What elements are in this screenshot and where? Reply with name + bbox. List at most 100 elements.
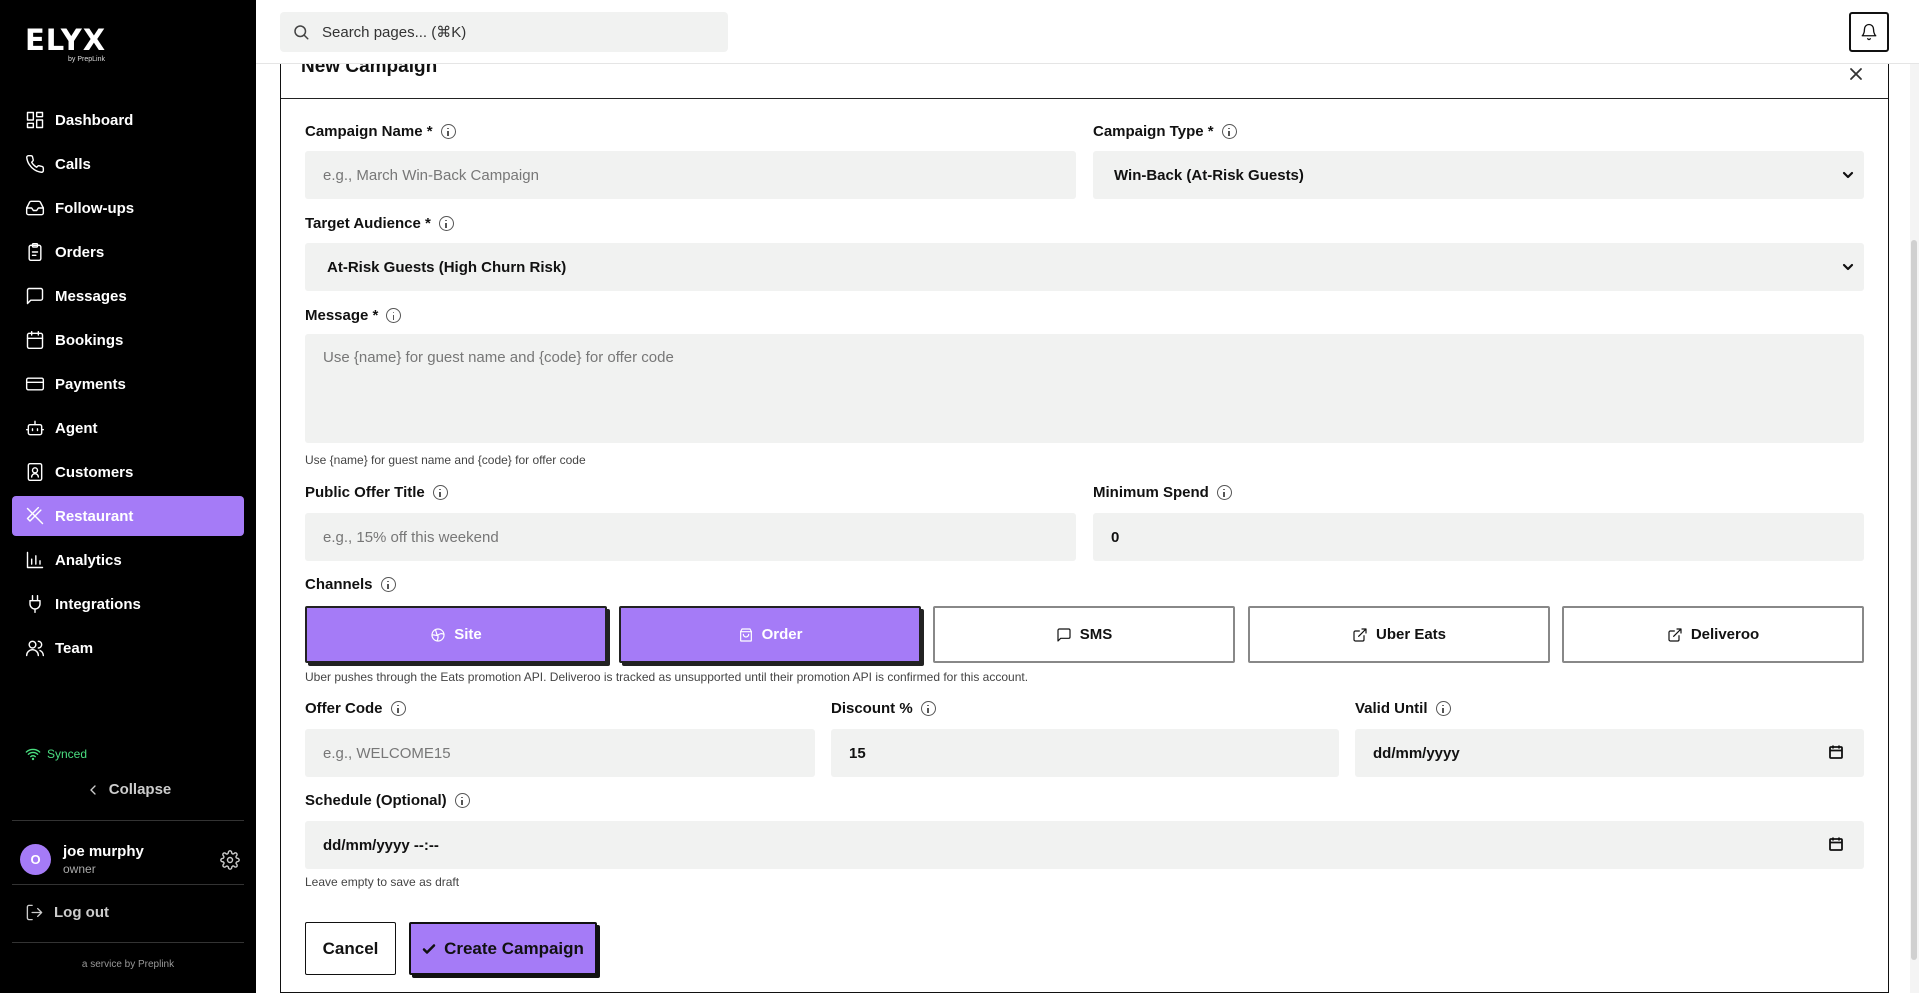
minimum-spend-label-text: Minimum Spend bbox=[1093, 484, 1209, 501]
valid-until-value: dd/mm/yyyy bbox=[1373, 744, 1460, 762]
logout-button[interactable]: Log out bbox=[25, 903, 109, 922]
search-placeholder: Search pages... (⌘K) bbox=[322, 24, 467, 41]
sidebar-item-team[interactable]: Team bbox=[12, 628, 244, 668]
calendar-icon[interactable] bbox=[1828, 836, 1844, 852]
info-icon[interactable] bbox=[440, 124, 456, 139]
channel-label: SMS bbox=[1079, 626, 1113, 643]
info-icon[interactable] bbox=[454, 793, 470, 808]
sidebar-nav: Dashboard Calls Follow-ups Orders Messag… bbox=[12, 100, 244, 672]
sync-status: Synced bbox=[25, 746, 87, 762]
channel-sms-toggle[interactable]: SMS bbox=[933, 606, 1235, 663]
logo-subtext: by PrepLink bbox=[68, 56, 105, 63]
sidebar-item-integrations[interactable]: Integrations bbox=[12, 584, 244, 624]
minimum-spend-input[interactable]: 0 bbox=[1093, 513, 1864, 561]
info-icon[interactable] bbox=[920, 701, 936, 716]
channels-label-text: Channels bbox=[305, 576, 373, 593]
channel-label: Order bbox=[761, 626, 803, 643]
campaign-type-label-text: Campaign Type * bbox=[1093, 123, 1214, 140]
campaign-type-value: Win-Back (At-Risk Guests) bbox=[1114, 166, 1304, 184]
schedule-value: dd/mm/yyyy --:-- bbox=[323, 836, 439, 854]
target-audience-select[interactable]: At-Risk Guests (High Churn Risk) bbox=[305, 243, 1864, 291]
shopping-bag-icon bbox=[739, 627, 752, 642]
check-icon bbox=[422, 943, 436, 954]
notifications-button[interactable] bbox=[1849, 12, 1889, 52]
users-icon bbox=[25, 640, 45, 657]
info-icon[interactable] bbox=[380, 577, 396, 592]
collapse-button[interactable]: Collapse bbox=[0, 781, 256, 798]
info-icon[interactable] bbox=[390, 701, 406, 716]
calendar-icon[interactable] bbox=[1828, 744, 1844, 760]
gear-icon[interactable] bbox=[220, 850, 240, 870]
sidebar-item-follow-ups[interactable]: Follow-ups bbox=[12, 188, 244, 228]
sidebar-divider bbox=[12, 884, 244, 885]
sidebar-item-dashboard[interactable]: Dashboard bbox=[12, 100, 244, 140]
external-link-icon bbox=[1668, 627, 1682, 642]
footer-note: a service by Preplink bbox=[81, 959, 175, 970]
sidebar-item-agent[interactable]: Agent bbox=[12, 408, 244, 448]
sidebar-item-messages[interactable]: Messages bbox=[12, 276, 244, 316]
offer-code-label: Offer Code bbox=[305, 700, 406, 717]
sidebar-divider bbox=[12, 820, 244, 821]
sidebar-divider bbox=[12, 942, 244, 943]
sidebar-item-label: Team bbox=[55, 639, 94, 657]
create-campaign-button[interactable]: Create Campaign bbox=[409, 922, 597, 975]
user-profile[interactable]: O joe murphy owner bbox=[20, 843, 240, 876]
info-icon[interactable] bbox=[1216, 485, 1232, 500]
chevron-left-icon bbox=[89, 784, 96, 795]
public-offer-title-label: Public Offer Title bbox=[305, 484, 448, 501]
sidebar-item-payments[interactable]: Payments bbox=[12, 364, 244, 404]
cancel-button[interactable]: Cancel bbox=[305, 922, 396, 975]
external-link-icon bbox=[1353, 627, 1367, 642]
logo-text: ELYX bbox=[25, 23, 107, 57]
message-hint: Use {name} for guest name and {code} for… bbox=[305, 453, 586, 467]
page-scrollbar-thumb[interactable] bbox=[1911, 240, 1917, 960]
sidebar-item-analytics[interactable]: Analytics bbox=[12, 540, 244, 580]
campaign-type-select[interactable]: Win-Back (At-Risk Guests) bbox=[1093, 151, 1864, 199]
offer-code-input[interactable]: e.g., WELCOME15 bbox=[305, 729, 815, 777]
valid-until-date-input[interactable]: dd/mm/yyyy bbox=[1355, 729, 1864, 777]
sidebar-item-label: Restaurant bbox=[55, 507, 134, 525]
topbar: Search pages... (⌘K) bbox=[256, 0, 1919, 64]
public-offer-title-input[interactable]: e.g., 15% off this weekend bbox=[305, 513, 1076, 561]
info-icon[interactable] bbox=[438, 216, 454, 231]
discount-input[interactable]: 15 bbox=[831, 729, 1339, 777]
globe-icon bbox=[431, 627, 445, 642]
channel-deliveroo-toggle[interactable]: Deliveroo bbox=[1562, 606, 1864, 663]
search-input[interactable]: Search pages... (⌘K) bbox=[280, 12, 728, 52]
sidebar-item-restaurant[interactable]: Restaurant bbox=[12, 496, 244, 536]
target-audience-value: At-Risk Guests (High Churn Risk) bbox=[327, 258, 567, 276]
valid-until-label: Valid Until bbox=[1355, 700, 1451, 717]
logout-label: Log out bbox=[54, 904, 109, 921]
close-icon[interactable] bbox=[1848, 66, 1864, 82]
info-icon[interactable] bbox=[386, 308, 402, 323]
channel-label: Site bbox=[454, 626, 482, 643]
public-offer-title-placeholder: e.g., 15% off this weekend bbox=[323, 528, 499, 546]
sidebar-item-customers[interactable]: Customers bbox=[12, 452, 244, 492]
avatar: O bbox=[20, 844, 51, 875]
schedule-datetime-input[interactable]: dd/mm/yyyy --:-- bbox=[305, 821, 1864, 869]
minimum-spend-value: 0 bbox=[1111, 528, 1120, 546]
sidebar-item-bookings[interactable]: Bookings bbox=[12, 320, 244, 360]
channel-order-toggle[interactable]: Order bbox=[619, 606, 921, 663]
channel-site-toggle[interactable]: Site bbox=[305, 606, 607, 663]
channel-uber-eats-toggle[interactable]: Uber Eats bbox=[1248, 606, 1550, 663]
message-icon bbox=[26, 287, 44, 305]
info-icon[interactable] bbox=[1221, 124, 1237, 139]
phone-icon bbox=[26, 154, 45, 173]
sidebar-item-orders[interactable]: Orders bbox=[12, 232, 244, 272]
app-logo[interactable]: ELYX by PrepLink bbox=[25, 23, 107, 64]
discount-label: Discount % bbox=[831, 700, 936, 717]
offer-code-label-text: Offer Code bbox=[305, 700, 383, 717]
info-icon[interactable] bbox=[1435, 701, 1451, 716]
user-role: owner bbox=[63, 862, 96, 876]
channels-hint: Uber pushes through the Eats promotion A… bbox=[305, 670, 1029, 684]
info-icon[interactable] bbox=[432, 485, 448, 500]
sidebar-item-label: Integrations bbox=[55, 595, 141, 613]
sidebar-item-calls[interactable]: Calls bbox=[12, 144, 244, 184]
message-label: Message * bbox=[305, 307, 402, 324]
sidebar-item-label: Bookings bbox=[55, 331, 124, 349]
campaign-name-input[interactable]: e.g., March Win-Back Campaign bbox=[305, 151, 1076, 199]
message-textarea[interactable]: Use {name} for guest name and {code} for… bbox=[305, 334, 1864, 443]
sidebar: ELYX by PrepLink Dashboard Calls Follow-… bbox=[0, 0, 256, 993]
sidebar-item-label: Calls bbox=[55, 155, 91, 173]
